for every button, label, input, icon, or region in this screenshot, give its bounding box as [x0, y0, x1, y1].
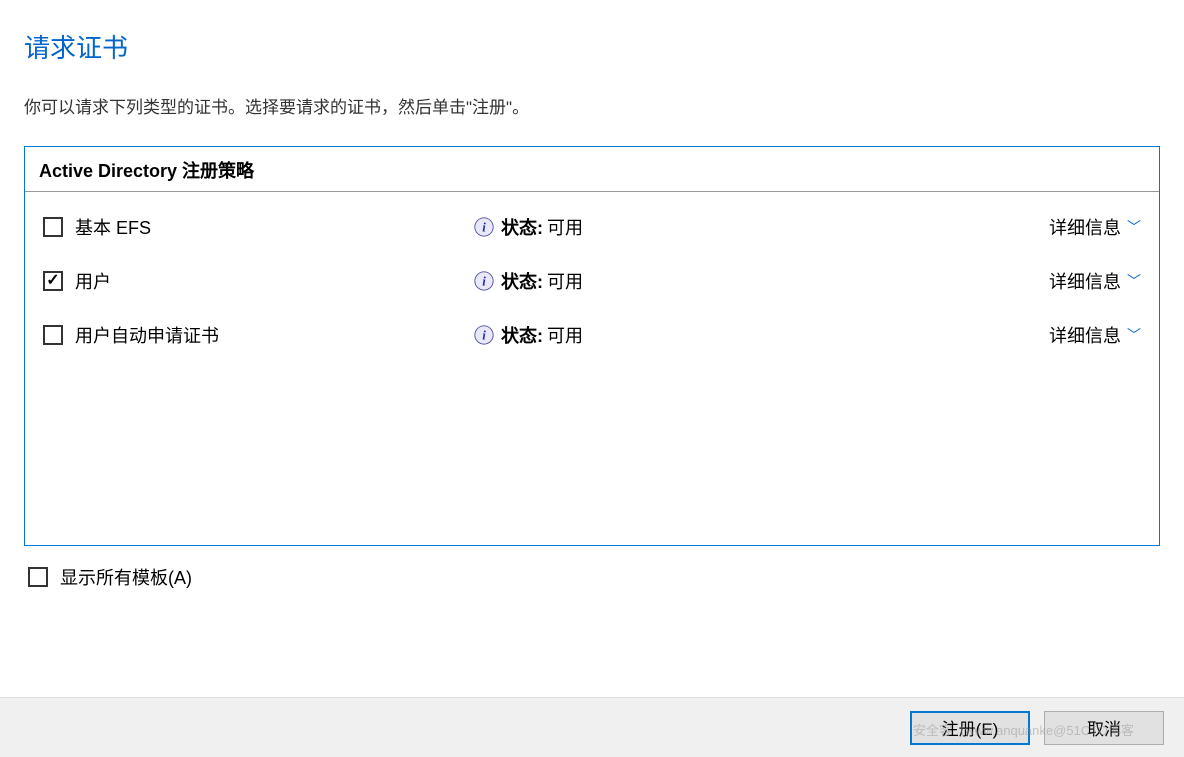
status-label: 状态: — [501, 322, 543, 348]
svg-text:i: i — [482, 275, 486, 289]
checkbox-user-auto[interactable] — [43, 325, 63, 345]
enroll-button[interactable]: 注册(E) — [910, 711, 1030, 745]
details-label: 详细信息 — [1049, 214, 1121, 240]
cert-row-user[interactable]: 用户 i 状态: 可用 详细信息 ﹀ — [43, 254, 1141, 308]
cert-name: 基本 EFS — [75, 214, 151, 240]
cert-row-basic-efs[interactable]: 基本 EFS i 状态: 可用 详细信息 ﹀ — [43, 200, 1141, 254]
chevron-down-icon: ﹀ — [1127, 271, 1141, 291]
status-value: 可用 — [547, 322, 583, 348]
details-toggle[interactable]: 详细信息 ﹀ — [1049, 268, 1141, 294]
status-label: 状态: — [501, 268, 543, 294]
svg-text:i: i — [482, 221, 486, 235]
checkbox-show-all[interactable] — [28, 567, 48, 587]
policy-header: Active Directory 注册策略 — [25, 147, 1159, 192]
status-col: i 状态: 可用 — [473, 322, 1049, 348]
cert-row-user-auto[interactable]: 用户自动申请证书 i 状态: 可用 详细信息 ﹀ — [43, 308, 1141, 362]
show-all-row[interactable]: 显示所有模板(A) — [24, 564, 1160, 590]
status-col: i 状态: 可用 — [473, 268, 1049, 294]
chevron-down-icon: ﹀ — [1127, 217, 1141, 237]
checkbox-basic-efs[interactable] — [43, 217, 63, 237]
page-description: 你可以请求下列类型的证书。选择要请求的证书，然后单击"注册"。 — [24, 93, 1160, 118]
details-label: 详细信息 — [1049, 322, 1121, 348]
cert-name: 用户自动申请证书 — [75, 322, 219, 348]
info-icon: i — [473, 324, 495, 346]
chevron-down-icon: ﹀ — [1127, 325, 1141, 345]
cert-name: 用户 — [75, 268, 111, 294]
checkbox-user[interactable] — [43, 271, 63, 291]
status-value: 可用 — [547, 214, 583, 240]
button-bar: 注册(E) 取消 — [0, 697, 1184, 757]
svg-text:i: i — [482, 329, 486, 343]
details-toggle[interactable]: 详细信息 ﹀ — [1049, 214, 1141, 240]
main-content: 请求证书 你可以请求下列类型的证书。选择要请求的证书，然后单击"注册"。 Act… — [0, 0, 1184, 590]
cert-name-col: 用户 — [43, 268, 473, 294]
page-title: 请求证书 — [24, 28, 1160, 65]
enrollment-policy-box: Active Directory 注册策略 基本 EFS i 状态: 可用 详细… — [24, 146, 1160, 546]
status-label: 状态: — [501, 214, 543, 240]
cert-name-col: 基本 EFS — [43, 214, 473, 240]
cancel-button[interactable]: 取消 — [1044, 711, 1164, 745]
details-label: 详细信息 — [1049, 268, 1121, 294]
info-icon: i — [473, 216, 495, 238]
show-all-label: 显示所有模板(A) — [60, 564, 192, 590]
details-toggle[interactable]: 详细信息 ﹀ — [1049, 322, 1141, 348]
cert-name-col: 用户自动申请证书 — [43, 322, 473, 348]
status-value: 可用 — [547, 268, 583, 294]
info-icon: i — [473, 270, 495, 292]
status-col: i 状态: 可用 — [473, 214, 1049, 240]
certificate-list: 基本 EFS i 状态: 可用 详细信息 ﹀ 用户 — [25, 192, 1159, 370]
